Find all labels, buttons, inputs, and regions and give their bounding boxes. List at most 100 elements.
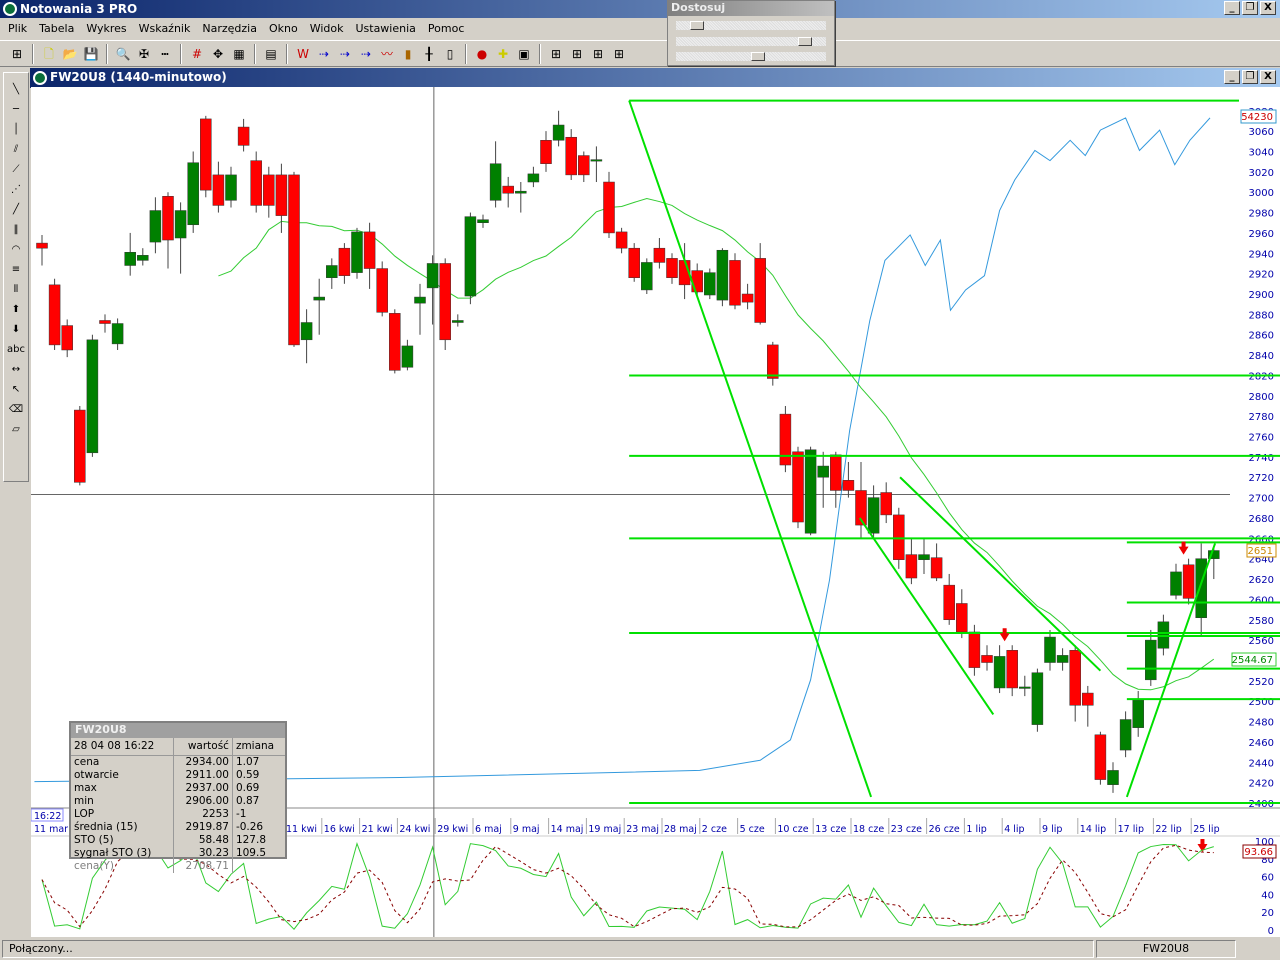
- info-label: cena: [74, 755, 100, 768]
- chart-minimize-button[interactable]: _: [1224, 70, 1240, 84]
- down-arrow-tool-icon[interactable]: ⬇: [12, 321, 20, 339]
- parallel-tool-icon[interactable]: ⫽: [14, 141, 18, 159]
- toolbar-separator: [180, 43, 182, 64]
- candle-down: [502, 185, 514, 194]
- candle-up: [414, 296, 426, 304]
- abc-tool-icon[interactable]: abc: [7, 341, 25, 359]
- info-box-title: FW20U8: [71, 723, 285, 738]
- ruler-icon[interactable]: ┅: [156, 45, 174, 63]
- ohlc-icon[interactable]: ╂: [420, 45, 438, 63]
- price-tick-label: 3000: [1249, 188, 1274, 199]
- adjust-slider-1[interactable]: [676, 21, 826, 30]
- vgrid-tool-icon[interactable]: ⦀: [14, 281, 18, 299]
- candle-down: [48, 284, 61, 346]
- layout-1-icon[interactable]: ⊞: [547, 45, 565, 63]
- candle-down: [666, 258, 678, 278]
- layout-3-icon[interactable]: ⊞: [589, 45, 607, 63]
- chart-window-title: FW20U8 (1440-minutowo): [50, 70, 227, 84]
- adjust-slider-3[interactable]: [676, 52, 826, 61]
- open-folder-icon[interactable]: 📂: [61, 45, 79, 63]
- candle-up: [137, 255, 149, 261]
- date-label: 13 cze: [815, 824, 846, 835]
- candle-up: [225, 174, 237, 201]
- numbers-icon[interactable]: #: [188, 45, 206, 63]
- menu-6[interactable]: Widok: [304, 22, 350, 35]
- menu-4[interactable]: Narzędzia: [196, 22, 263, 35]
- crosshair-icon[interactable]: ✠: [135, 45, 153, 63]
- close-button[interactable]: X: [1260, 1, 1276, 15]
- add-window-icon[interactable]: ▣: [515, 45, 533, 63]
- info-box[interactable]: FW20U8 28 04 08 16:22 wartość zmiana cena 2…: [69, 721, 287, 873]
- segment-tool-icon[interactable]: ╱: [13, 201, 19, 219]
- pointer-tool-icon[interactable]: ↖: [12, 381, 20, 399]
- eraser-tool-icon[interactable]: ⌫: [9, 401, 23, 419]
- candle-down: [943, 584, 955, 621]
- sto-tick-label: 0: [1268, 926, 1274, 937]
- new-file-icon[interactable]: 🗋: [40, 45, 58, 63]
- bar-chart-icon[interactable]: ▮: [399, 45, 417, 63]
- line-tool-icon[interactable]: ╲: [13, 81, 19, 99]
- status-symbol: FW20U8: [1096, 940, 1236, 958]
- minimize-button[interactable]: _: [1224, 1, 1240, 15]
- arrow-line-2-icon[interactable]: ⇢: [336, 45, 354, 63]
- ray-tool-icon[interactable]: ⟋: [13, 161, 20, 179]
- info-row: LOP 2253 -1: [71, 807, 285, 821]
- channel-tool-icon[interactable]: ‖: [14, 221, 19, 239]
- candle-up: [313, 296, 325, 301]
- adjust-slider-2[interactable]: [676, 37, 826, 46]
- chart-restore-button[interactable]: ❐: [1242, 70, 1258, 84]
- up-arrow-tool-icon[interactable]: ⬆: [12, 301, 20, 319]
- candle-down: [603, 181, 615, 234]
- zoom-icon[interactable]: 🔍: [114, 45, 132, 63]
- menu-5[interactable]: Okno: [263, 22, 304, 35]
- info-value: 30.23: [172, 846, 233, 860]
- layout-2-icon[interactable]: ⊞: [568, 45, 586, 63]
- hand-tool-icon[interactable]: ↔: [12, 361, 20, 379]
- clear-tool-icon[interactable]: ▱: [12, 421, 20, 439]
- signal-icon[interactable]: ●: [473, 45, 491, 63]
- adjust-panel-title[interactable]: Dostosuj: [668, 1, 834, 16]
- price-tick-label: 2600: [1249, 595, 1274, 606]
- menu-1[interactable]: Tabela: [33, 22, 80, 35]
- crosshair-time: 16:22: [34, 811, 61, 822]
- arrow-line-icon[interactable]: ⇢: [315, 45, 333, 63]
- candle-up: [515, 190, 527, 194]
- candle-icon[interactable]: ▯: [441, 45, 459, 63]
- fan-tool-icon[interactable]: ⋰: [11, 181, 21, 199]
- drawing-tools-palette: ╲ ─ │ ⫽ ⟋ ⋰ ╱ ‖ ◠ ≡ ⦀ ⬆ ⬇ abc ↔ ↖ ⌫ ▱: [3, 72, 29, 482]
- hline-tool-icon[interactable]: ─: [13, 101, 19, 119]
- menu-0[interactable]: Plik: [2, 22, 33, 35]
- line-chart-icon[interactable]: 〰: [378, 45, 396, 63]
- fib-tool-icon[interactable]: ≡: [12, 261, 20, 279]
- candle-up: [704, 272, 716, 296]
- menu-2[interactable]: Wykres: [80, 22, 132, 35]
- vline-tool-icon[interactable]: │: [13, 121, 19, 139]
- select-icon[interactable]: ▦: [230, 45, 248, 63]
- arrow-line-3-icon[interactable]: ⇢: [357, 45, 375, 63]
- chart-close-button[interactable]: X: [1260, 70, 1276, 84]
- info-change: 0.69: [235, 781, 260, 794]
- toolbar-separator: [32, 43, 34, 64]
- menu-7[interactable]: Ustawienia: [349, 22, 421, 35]
- info-change: -0.26: [235, 820, 264, 833]
- price-tick-label: 2780: [1249, 412, 1274, 423]
- menu-3[interactable]: Wskaźnik: [133, 22, 197, 35]
- price-tick-label: 2820: [1249, 371, 1274, 382]
- menu-8[interactable]: Pomoc: [422, 22, 470, 35]
- layout-4-icon[interactable]: ⊞: [610, 45, 628, 63]
- candle-down: [1006, 650, 1018, 689]
- move-icon[interactable]: ✥: [209, 45, 227, 63]
- chart-window-icon: [33, 71, 47, 85]
- moving-average-line: [218, 197, 1215, 691]
- restore-button[interactable]: ❐: [1242, 1, 1258, 15]
- table-icon[interactable]: ▤: [262, 45, 280, 63]
- candle-down: [628, 247, 640, 278]
- candle-down: [653, 247, 666, 263]
- arcs-tool-icon[interactable]: ◠: [12, 241, 21, 259]
- save-icon[interactable]: 💾: [82, 45, 100, 63]
- candle-up: [452, 320, 464, 323]
- grid-icon[interactable]: ⊞: [8, 45, 26, 63]
- add-marker-icon[interactable]: ✚: [494, 45, 512, 63]
- candle-down: [893, 514, 905, 560]
- wl-icon[interactable]: W: [294, 45, 312, 63]
